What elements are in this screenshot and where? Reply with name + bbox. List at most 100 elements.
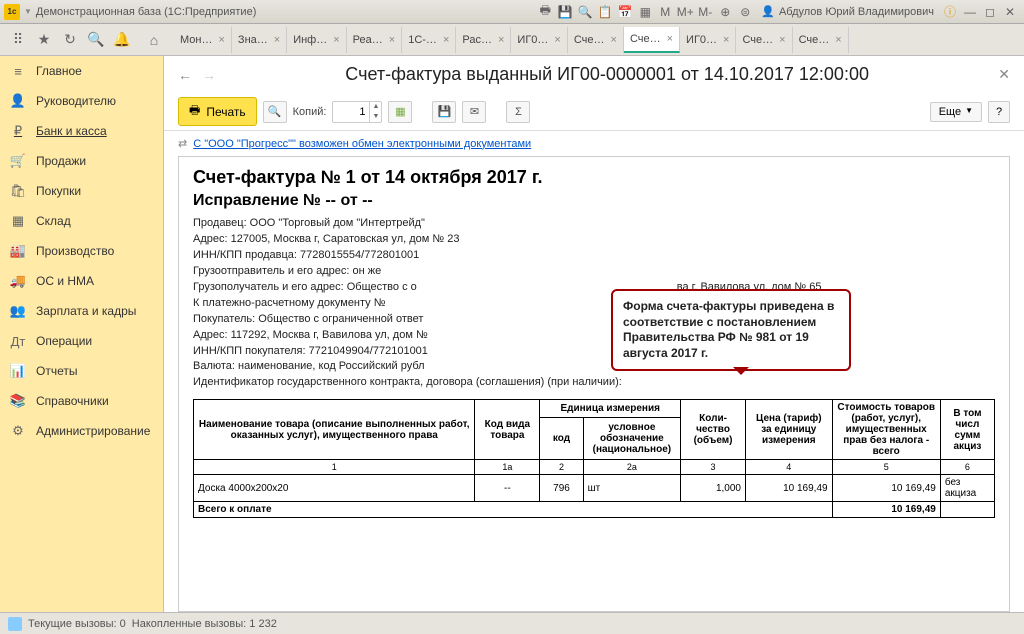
doc-line: Валюта: наименование, код Российский руб… — [193, 359, 995, 375]
calendar-icon[interactable]: 📅 — [616, 3, 634, 21]
zoom-icon[interactable]: ⊜ — [736, 3, 754, 21]
tab-close-icon[interactable]: × — [554, 34, 560, 46]
user-label[interactable]: 👤Абдулов Юрий Владимирович — [761, 5, 934, 18]
search-icon[interactable]: 🔍 — [84, 28, 108, 52]
tab-close-icon[interactable]: × — [389, 34, 395, 46]
sidebar-item-12[interactable]: ⚙ Администрирование — [0, 416, 163, 446]
maximize-icon[interactable]: ◻ — [981, 3, 999, 21]
th-ucode: код — [540, 418, 583, 460]
help-button[interactable]: ? — [988, 101, 1010, 123]
tab-close-icon[interactable]: × — [333, 34, 339, 46]
doc-line: К платежно-расчетному документу № — [193, 296, 995, 312]
tab-7[interactable]: Сче…× — [568, 27, 624, 53]
tab-5[interactable]: Рас…× — [456, 27, 511, 53]
tab-close-icon[interactable]: × — [723, 34, 729, 46]
sidebar-item-0[interactable]: ≡Главное — [0, 56, 163, 86]
tab-close-icon[interactable]: × — [667, 33, 673, 45]
tab-1[interactable]: Зна…× — [232, 27, 287, 53]
tab-8[interactable]: Сче…× — [624, 27, 680, 53]
sidebar-item-5[interactable]: ▦Склад — [0, 206, 163, 236]
tab-close-icon[interactable]: × — [835, 34, 841, 46]
tab-close-icon[interactable]: × — [611, 34, 617, 46]
apps-icon[interactable]: ⠿ — [6, 28, 30, 52]
back-icon[interactable]: ← — [178, 67, 192, 83]
grid-icon[interactable]: ▦ — [636, 3, 654, 21]
forward-icon[interactable]: → — [202, 67, 216, 83]
sidebar-item-label: Администрирование — [36, 424, 150, 438]
tab-close-icon[interactable]: × — [498, 34, 504, 46]
bell-icon[interactable]: 🔔 — [110, 28, 134, 52]
status-accum: Накопленные вызовы: 1 232 — [132, 618, 277, 630]
main-toolbar: ⠿ ★ ↻ 🔍 🔔 ⌂ Мон…×Зна…×Инф…×Реа…×1С-…×Рас… — [0, 24, 1024, 56]
tab-9[interactable]: ИГ0…× — [680, 27, 736, 53]
sidebar-item-6[interactable]: 🏭 Производство — [0, 236, 163, 266]
sidebar-item-8[interactable]: 👥Зарплата и кадры — [0, 296, 163, 326]
info-icon[interactable]: ⓘ — [941, 3, 959, 21]
printer-icon: 🖶 — [189, 101, 200, 122]
sidebar-item-7[interactable]: 🚚ОС и НМА — [0, 266, 163, 296]
m-minus-button[interactable]: M- — [696, 3, 714, 21]
sidebar-item-3[interactable]: 🛒Продажи — [0, 146, 163, 176]
app-logo-icon: 1c — [4, 4, 20, 20]
tab-close-icon[interactable]: × — [218, 34, 224, 46]
sidebar-item-1[interactable]: 👤Руководителю — [0, 86, 163, 116]
home-icon[interactable]: ⌂ — [142, 28, 166, 52]
tab-close-icon[interactable]: × — [443, 34, 449, 46]
history-icon[interactable]: ↻ — [58, 28, 82, 52]
tab-close-icon[interactable]: × — [274, 34, 280, 46]
sidebar-item-4[interactable]: 🛍Покупки — [0, 176, 163, 206]
calc-icon[interactable]: 📋 — [596, 3, 614, 21]
sidebar-item-2[interactable]: ₽Банк и касса — [0, 116, 163, 146]
copies-label: Копий: — [293, 106, 327, 118]
document-title: Счет-фактура выданный ИГ00-0000001 от 14… — [226, 64, 988, 85]
dropdown-icon[interactable]: ▼ — [24, 7, 32, 16]
window-title: Демонстрационная база (1С:Предприятие) — [36, 6, 256, 18]
copies-input[interactable] — [333, 106, 369, 118]
close-window-icon[interactable]: ✕ — [1001, 3, 1019, 21]
th-excise: В том числ сумм акциз — [940, 400, 994, 460]
close-doc-icon[interactable]: ✕ — [998, 66, 1010, 83]
grid-button[interactable]: ▦ — [388, 101, 412, 123]
sidebar-item-9[interactable]: ДтОперации — [0, 326, 163, 356]
sidebar-item-label: Производство — [36, 244, 114, 258]
tab-2[interactable]: Инф…× — [287, 27, 346, 53]
th-code: Код вида товара — [475, 400, 540, 460]
tab-6[interactable]: ИГ0…× — [511, 27, 567, 53]
sidebar-item-11[interactable]: 📚Справочники — [0, 386, 163, 416]
preview-button[interactable]: 🔍 — [263, 101, 287, 123]
star-icon[interactable]: ★ — [32, 28, 56, 52]
tab-0[interactable]: Мон…× — [174, 27, 232, 53]
sidebar-item-10[interactable]: 📊Отчеты — [0, 356, 163, 386]
m-plus-button[interactable]: M+ — [676, 3, 694, 21]
th-qty: Коли- чество (объем) — [681, 400, 746, 460]
print-button[interactable]: 🖶Печать — [178, 97, 257, 126]
doc-line: Покупатель: Общество с ограниченной отве… — [193, 312, 995, 328]
nav-icon[interactable]: ⊕ — [716, 3, 734, 21]
tab-10[interactable]: Сче…× — [736, 27, 792, 53]
doc-line: Грузоотправитель и его адрес: он же — [193, 264, 995, 280]
tab-11[interactable]: Сче…× — [793, 27, 849, 53]
copies-spinner[interactable]: ▲▼ — [332, 101, 382, 123]
tab-4[interactable]: 1С-…× — [402, 27, 456, 53]
m-button[interactable]: M — [656, 3, 674, 21]
doc-line: ИНН/КПП покупателя: 7721049904/772101001 — [193, 344, 995, 360]
spin-up-icon[interactable]: ▲ — [369, 102, 381, 112]
spin-down-icon[interactable]: ▼ — [369, 112, 381, 122]
more-button[interactable]: Еще▼ — [930, 102, 982, 122]
exchange-link[interactable]: С "ООО "Прогресс"" возможен обмен электр… — [193, 138, 531, 150]
print-icon[interactable]: 🖶 — [536, 3, 554, 21]
info-callout: Форма счета-фактуры приведена в соответс… — [611, 289, 851, 371]
tab-close-icon[interactable]: × — [779, 34, 785, 46]
tab-3[interactable]: Реа…× — [347, 27, 403, 53]
sum-button[interactable]: Σ — [506, 101, 530, 123]
sidebar-icon: 🏭 — [10, 243, 26, 259]
sidebar-icon: ⚙ — [10, 423, 26, 439]
search-doc-icon[interactable]: 🔍 — [576, 3, 594, 21]
status-current: Текущие вызовы: 0 — [28, 618, 126, 630]
save-button[interactable]: 💾 — [432, 101, 456, 123]
sidebar-icon: ▦ — [10, 213, 26, 229]
sidebar-icon: ≡ — [10, 63, 26, 79]
mail-button[interactable]: ✉ — [462, 101, 486, 123]
minimize-icon[interactable]: — — [961, 3, 979, 21]
save-icon[interactable]: 💾 — [556, 3, 574, 21]
